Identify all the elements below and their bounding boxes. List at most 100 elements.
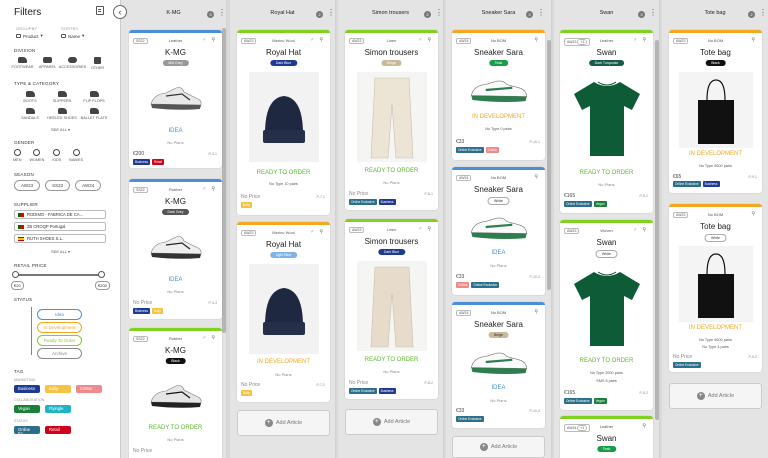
status-idea[interactable]: Idea — [37, 309, 82, 320]
tag-bally[interactable]: Bally — [45, 385, 71, 393]
card-action-icons[interactable]: ⚲ — [534, 174, 540, 180]
column-menu-icon[interactable] — [327, 8, 335, 18]
gender-women[interactable]: WOMEN — [29, 149, 44, 162]
type-sandals[interactable]: SANDALS — [14, 108, 46, 120]
type-ballet-flats[interactable]: BALLET FLATS — [78, 108, 110, 120]
sortby-select[interactable]: Name ▾ — [61, 33, 84, 39]
sandal-icon — [25, 108, 35, 114]
type-slippers[interactable]: SLIPPERS — [46, 91, 78, 103]
card-action-icons[interactable]: ♂ ⚲ — [310, 37, 325, 43]
product-card[interactable]: AW23 +1 Leather ♂ ⚲ Swan Dark Turquoise R… — [560, 30, 653, 213]
season-aw23[interactable]: AW23 — [14, 180, 41, 191]
division-label: DIVISION — [14, 48, 36, 53]
type-heeled-shoes[interactable]: HEELED SHOES — [46, 108, 78, 120]
product-card[interactable]: SS22 Rubber ♂ ⚲ K-MG Black READY TO ORDE… — [129, 328, 222, 458]
card-action-icons[interactable]: ♂ ⚲ — [418, 37, 433, 43]
tag-vegan[interactable]: Vegan — [14, 405, 40, 413]
division-apparel[interactable]: APPAREL — [37, 57, 58, 70]
column-menu-icon[interactable] — [649, 8, 657, 18]
column-menu-icon[interactable] — [759, 8, 767, 18]
card-action-icons[interactable]: ♂ ⚲ — [633, 37, 648, 43]
tag-cotton[interactable]: Cotton — [76, 385, 102, 393]
card-action-icons[interactable]: ♂ ⚲ — [202, 335, 217, 341]
card-action-icons[interactable]: ⚲ — [751, 37, 757, 43]
type-see-all[interactable]: SEE ALL ▾ — [51, 127, 70, 132]
kanban-board: K-MG 3 SS22 Leather ♂ ⚲ K-MG Mid Grey ID… — [121, 0, 768, 458]
card-action-icons[interactable]: ♂ ⚲ — [310, 229, 325, 235]
price: No Price — [241, 382, 261, 388]
price-slider-max-handle[interactable] — [98, 271, 105, 278]
gender-men[interactable]: MEN — [13, 149, 21, 162]
status-in-development[interactable]: In Development — [37, 322, 82, 333]
product-card[interactable]: AW23 Linen ♂ ⚲ Simon trousers Beige READ… — [345, 30, 438, 210]
product-card[interactable]: SS22 Leather ♂ ⚲ K-MG Mid Grey IDEA No P… — [129, 30, 222, 168]
supplier-item[interactable]: RODIMO - FABRICA DE CA... — [14, 210, 106, 219]
add-article-button[interactable]: + Add Article — [452, 436, 545, 458]
column-scrollbar[interactable] — [655, 40, 659, 420]
division-footwear[interactable]: FOOTWEAR — [12, 57, 33, 70]
supplier-item[interactable]: RUTH SHOES S.L. — [14, 234, 106, 243]
card-action-icons[interactable]: ⚲ — [642, 423, 648, 429]
product-card[interactable]: AW23 Merino Wool ♂ ⚲ Royal Hat Dark Blue… — [237, 30, 330, 215]
column-menu-icon[interactable] — [435, 8, 443, 18]
product-card[interactable]: AW24 +1 Leather ⚲ Swan Teak — [560, 416, 653, 458]
add-article-button[interactable]: + Add Article — [345, 409, 438, 435]
product-card[interactable]: AW23 Woven ♂ ⚲ Swan White READY TO ORDER… — [560, 220, 653, 410]
product-card[interactable]: AW23 Linen ♂ ⚲ Simon trousers Dark Blue … — [345, 219, 438, 399]
tag-online-exclusive[interactable]: Online Ex... — [14, 426, 40, 436]
card-action-icons[interactable]: ⚲ — [751, 211, 757, 217]
supplier-see-all[interactable]: SEE ALL ▾ — [51, 249, 70, 254]
season-ss22[interactable]: SS22 — [45, 180, 71, 191]
status-archive[interactable]: Archive — [37, 348, 82, 359]
product-card[interactable]: SS22 Rubber ♂ ⚲ K-MG Dark Grey IDEA No P… — [129, 179, 222, 319]
product-card[interactable]: AW23 Merino Wool ♂ ⚲ Royal Hat Light Blu… — [237, 222, 330, 402]
groupby-select[interactable]: Product ▾ — [16, 33, 43, 39]
division-accessories[interactable]: ACCESSORIES — [59, 57, 86, 70]
product-card[interactable]: AW24 No BOM ⚲ Sneaker Sara White IDEA No… — [452, 167, 545, 295]
card-title: Royal Hat — [265, 240, 302, 249]
tag-category-collaboration: COLLABORATION — [14, 398, 45, 402]
tag-retail[interactable]: Retail — [45, 426, 71, 434]
status-label: READY TO ORDER — [256, 170, 311, 176]
add-article-button[interactable]: + Add Article — [669, 383, 762, 409]
column-menu-icon[interactable] — [218, 8, 226, 18]
status-ready-to-order[interactable]: Ready To Order — [37, 335, 82, 346]
gender-babies[interactable]: BABIES — [69, 149, 83, 162]
type-flip-flops[interactable]: FLIP FLOPS — [78, 91, 110, 103]
card-action-icons[interactable]: ♂ ⚲ — [418, 226, 433, 232]
card-action-icons[interactable]: ♂ ⚲ — [202, 37, 217, 43]
card-action-icons[interactable]: ♂ ⚲ — [202, 186, 217, 192]
material-label: No BOM — [490, 38, 507, 43]
collapse-sidebar-button[interactable]: ‹ — [113, 5, 127, 19]
export-icon[interactable] — [96, 6, 104, 15]
card-action-icons[interactable]: ⚲ — [534, 309, 540, 315]
card-action-icons[interactable]: ♂ ⚲ — [633, 227, 648, 233]
season-aw24[interactable]: AW24 — [75, 180, 102, 191]
add-article-button[interactable]: + Add Article — [237, 410, 330, 436]
type-label-text: FLIP FLOPS — [83, 99, 105, 103]
type-boots[interactable]: BOOTS — [14, 91, 46, 103]
division-other[interactable]: OTHER — [87, 57, 108, 70]
plus-icon: + — [479, 443, 488, 451]
quantity-label: No Type 0 pairs — [485, 127, 512, 131]
card-action-icons[interactable]: ⚲ — [534, 37, 540, 43]
gender-kids[interactable]: KIDS — [52, 149, 61, 162]
column-menu-icon[interactable] — [537, 8, 545, 18]
tag-business[interactable]: Business — [14, 385, 40, 393]
price: No Price — [133, 448, 153, 454]
supplier-item[interactable]: 2B CROQP Portugal — [14, 222, 106, 231]
status-connector — [31, 307, 32, 355]
column-scrollbar[interactable] — [547, 40, 551, 290]
status-label: READY TO ORDER — [579, 170, 634, 176]
product-card[interactable]: AW23 No BOM ⚲ Tote bag White IN DEVELOPM… — [669, 204, 762, 372]
product-card[interactable]: AW24 No BOM ⚲ Sneaker Sara Beige IDEA No… — [452, 302, 545, 428]
column-scrollbar[interactable] — [222, 28, 226, 333]
price: €200 — [133, 151, 145, 157]
product-card[interactable]: AW23 No BOM ⚲ Tote bag Black IN DEVELOPM… — [669, 30, 762, 193]
tag: Online Exclusive — [471, 282, 499, 288]
type-category-label: TYPE & CATEGORY — [14, 81, 60, 86]
tag: Business — [378, 388, 396, 394]
price-slider-min-handle[interactable] — [12, 271, 19, 278]
product-card[interactable]: AW24 No BOM ⚲ Sneaker Sara Teak IN DEVEL… — [452, 30, 545, 160]
tag-flyingle[interactable]: Flyingle — [45, 405, 71, 413]
